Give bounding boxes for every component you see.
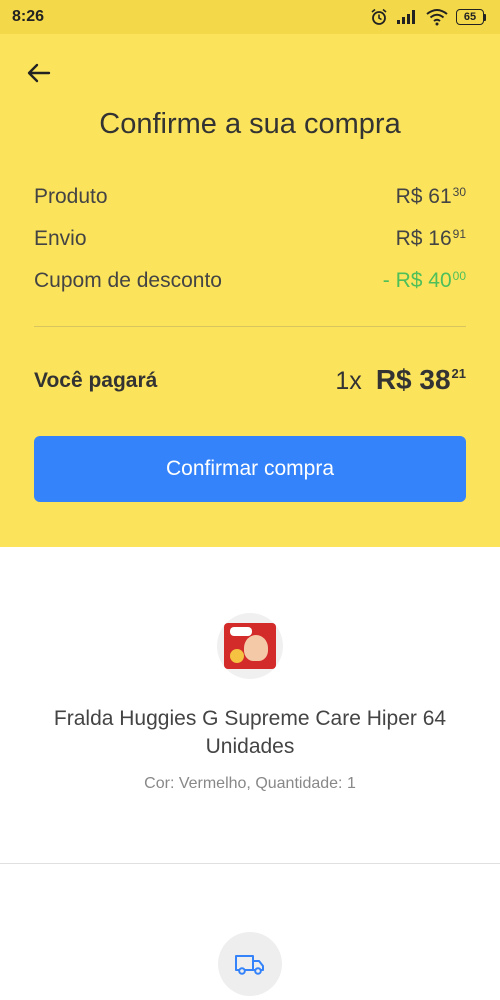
value-main: R$ 16 — [395, 227, 452, 250]
confirm-header: Confirme a sua compra Produto R$ 61 30 E… — [0, 34, 500, 547]
page-title: Confirme a sua compra — [99, 108, 401, 140]
back-button[interactable] — [24, 58, 54, 88]
battery-icon: 65 — [456, 9, 486, 25]
status-bar: 8:26 65 — [0, 0, 500, 34]
status-time: 8:26 — [12, 8, 45, 25]
product-image — [224, 623, 276, 669]
value-cents: 91 — [452, 227, 466, 241]
value-cents: 00 — [452, 269, 466, 283]
summary-row-product: Produto R$ 61 30 — [34, 184, 466, 210]
summary-divider — [34, 326, 466, 327]
row-value: R$ 16 91 — [396, 226, 466, 252]
shipping-icon-badge — [218, 932, 282, 996]
summary-row-coupon: Cupom de desconto - R$ 40 00 — [34, 268, 466, 294]
row-value: R$ 61 30 — [396, 184, 466, 210]
product-section: Fralda Huggies G Supreme Care Hiper 64 U… — [0, 547, 500, 863]
section-divider — [0, 863, 500, 864]
row-label: Envio — [34, 227, 87, 250]
total-amount: R$ 38 — [375, 364, 451, 395]
total-cents: 21 — [451, 366, 466, 381]
total-label: Você pagará — [34, 369, 158, 392]
value-main: R$ 61 — [395, 185, 452, 208]
total-value: 1x R$ 38 21 — [335, 364, 466, 396]
product-name: Fralda Huggies G Supreme Care Hiper 64 U… — [53, 707, 447, 758]
arrow-left-icon — [27, 63, 51, 83]
summary-row-shipping: Envio R$ 16 91 — [34, 226, 466, 252]
product-thumbnail — [217, 613, 283, 679]
value-cents: 30 — [452, 185, 466, 199]
row-label: Cupom de desconto — [34, 269, 222, 292]
row-value-discount: - R$ 40 00 — [383, 268, 466, 294]
truck-icon — [235, 955, 264, 975]
value-main: - R$ 40 — [382, 269, 452, 292]
total-quantity: 1x — [335, 367, 362, 395]
battery-level: 65 — [456, 9, 484, 25]
signal-icon — [397, 10, 415, 24]
total-row: Você pagará 1x R$ 38 21 — [34, 364, 466, 396]
product-meta: Cor: Vermelho, Quantidade: 1 — [144, 775, 356, 792]
confirm-purchase-button[interactable]: Confirmar compra — [34, 436, 466, 502]
alarm-icon — [371, 8, 387, 25]
status-icons: 65 — [370, 8, 486, 26]
row-label: Produto — [34, 185, 108, 208]
wifi-icon — [426, 9, 448, 26]
